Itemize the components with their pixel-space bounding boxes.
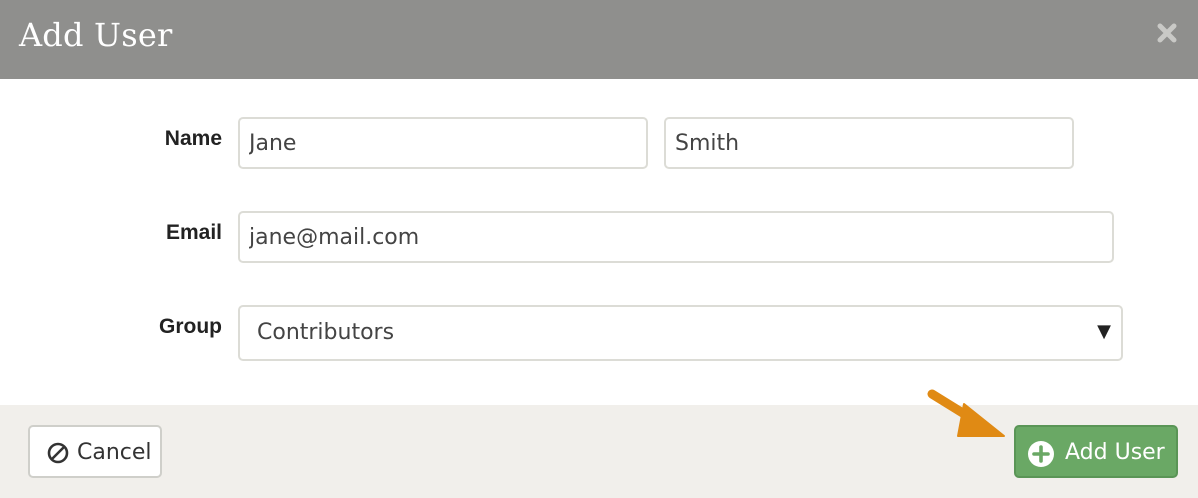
modal-body: Name Email Group Contributors ▼ [0, 79, 1198, 405]
first-name-input[interactable] [238, 117, 648, 169]
group-selected-value: Contributors [257, 320, 395, 345]
close-icon [1157, 23, 1177, 43]
name-label: Name [164, 127, 222, 150]
group-label: Group [159, 315, 222, 338]
modal-footer: Cancel Add User [0, 405, 1198, 498]
close-button[interactable] [1152, 18, 1182, 48]
add-user-button[interactable]: Add User [1014, 425, 1178, 478]
email-input[interactable] [238, 211, 1114, 263]
email-label: Email [165, 221, 222, 244]
dialog-title: Add User [19, 16, 173, 54]
modal-header: Add User [0, 0, 1198, 79]
ban-icon [47, 442, 69, 464]
chevron-down-icon: ▼ [1097, 321, 1111, 342]
arrow-pointer-icon [927, 389, 1005, 437]
cancel-button-label: Cancel [77, 440, 152, 465]
add-user-button-label: Add User [1065, 440, 1165, 465]
group-select[interactable]: Contributors ▼ [238, 305, 1123, 361]
last-name-input[interactable] [664, 117, 1074, 169]
plus-circle-icon [1028, 441, 1054, 467]
cancel-button[interactable]: Cancel [28, 425, 162, 478]
